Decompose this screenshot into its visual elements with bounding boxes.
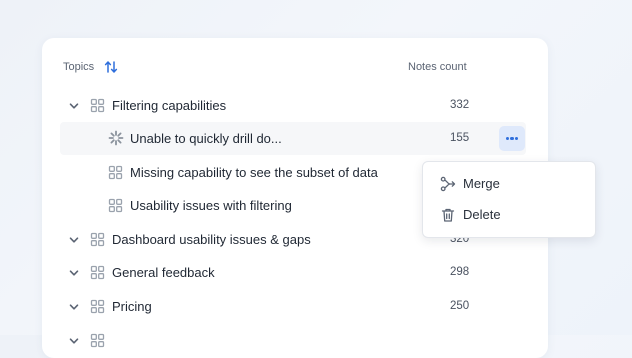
chevron-down-icon[interactable]	[68, 301, 80, 313]
delete-label: Delete	[463, 207, 501, 222]
notes-count: 250	[450, 300, 470, 312]
topic-title: Missing capability to see the subset of …	[130, 165, 378, 180]
notes-count: 332	[450, 99, 470, 111]
topic-title: Dashboard usability issues & gaps	[112, 232, 311, 247]
delete-menu-item[interactable]: Delete	[423, 201, 595, 229]
grid-icon	[90, 299, 105, 314]
merge-label: Merge	[463, 176, 500, 191]
merge-icon	[440, 176, 456, 192]
spinner-icon	[108, 130, 124, 146]
trash-icon	[441, 208, 455, 222]
topic-row[interactable]: Filtering capabilities 332	[60, 89, 526, 122]
chevron-down-icon[interactable]	[68, 267, 80, 279]
table-header: Topics Notes count	[63, 59, 548, 77]
topic-title: Pricing	[112, 299, 152, 314]
grid-icon	[108, 165, 123, 180]
notes-count: 155	[450, 132, 470, 144]
grid-icon	[90, 265, 105, 280]
grid-icon	[108, 198, 123, 213]
grid-icon	[90, 333, 105, 348]
subtopic-row[interactable]: Unable to quickly drill do... 155	[60, 122, 526, 155]
grid-icon	[90, 232, 105, 247]
topic-row[interactable]: Pricing 250	[60, 290, 526, 323]
topic-title: Filtering capabilities	[112, 98, 227, 113]
sort-arrows-icon[interactable]	[104, 59, 118, 75]
chevron-down-icon[interactable]	[68, 100, 80, 112]
topic-row[interactable]	[60, 324, 526, 357]
chevron-down-icon[interactable]	[68, 234, 80, 246]
topic-title: Usability issues with filtering	[130, 198, 292, 213]
more-options-button[interactable]	[499, 126, 525, 151]
grid-icon	[90, 98, 105, 113]
topic-title: Unable to quickly drill do...	[130, 131, 282, 146]
topic-title: General feedback	[112, 265, 215, 280]
topic-row[interactable]: General feedback 298	[60, 256, 526, 289]
topics-column-header[interactable]: Topics	[63, 61, 94, 73]
notes-count-column-header[interactable]: Notes count	[408, 61, 467, 73]
context-menu: Merge Delete	[422, 161, 596, 238]
merge-menu-item[interactable]: Merge	[423, 170, 595, 198]
chevron-down-icon[interactable]	[68, 335, 80, 347]
notes-count: 298	[450, 266, 470, 278]
